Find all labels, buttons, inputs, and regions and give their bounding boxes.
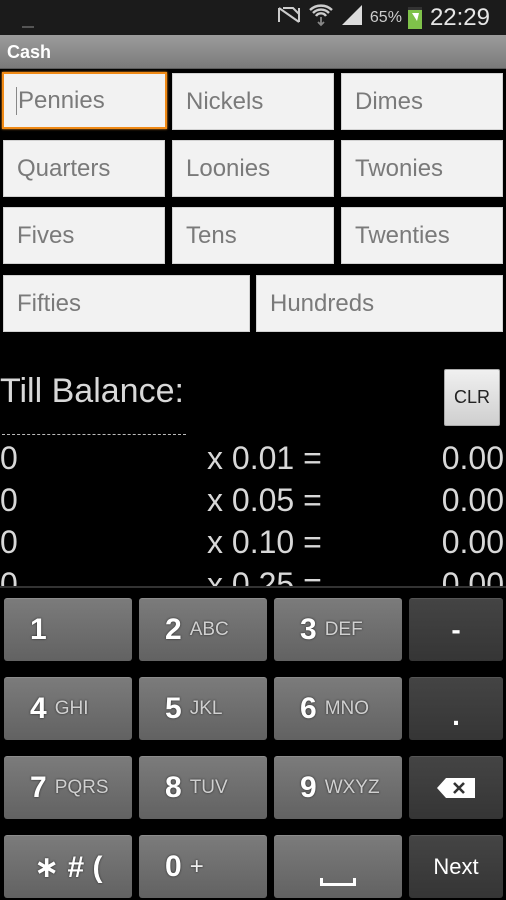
key-next[interactable]: Next bbox=[409, 835, 503, 898]
status-bar: 65% 22:29 bbox=[0, 0, 506, 35]
divider bbox=[2, 434, 186, 435]
row-amount: 0.00 bbox=[441, 482, 504, 518]
key-letters: ABC bbox=[189, 619, 229, 640]
notification-indicator bbox=[22, 26, 34, 28]
clock: 22:29 bbox=[429, 3, 490, 31]
key-1[interactable]: 1 bbox=[4, 598, 132, 661]
key-6[interactable]: 6 MNO bbox=[274, 677, 402, 740]
key-3[interactable]: 3 DEF bbox=[274, 598, 402, 661]
row-amount: 0.00 bbox=[441, 524, 504, 560]
period-label: . bbox=[452, 700, 460, 731]
loonies-placeholder: Loonies bbox=[186, 154, 271, 182]
quarters-placeholder: Quarters bbox=[17, 154, 111, 182]
key-digit: 8 bbox=[165, 771, 182, 804]
signal-icon bbox=[340, 4, 364, 31]
twonies-field[interactable]: Twonies bbox=[341, 140, 503, 197]
key-symbols[interactable]: ∗ # ( bbox=[4, 835, 132, 898]
tens-field[interactable]: Tens bbox=[172, 207, 334, 264]
till-breakdown-list[interactable]: 0 x 0.01 = 0.00 0 x 0.05 = 0.00 0 x 0.10… bbox=[0, 440, 506, 586]
dimes-field[interactable]: Dimes bbox=[341, 73, 503, 130]
key-letters: DEF bbox=[324, 619, 363, 640]
wifi-icon bbox=[308, 3, 334, 32]
key-digit: 4 bbox=[30, 692, 47, 725]
key-letters: WXYZ bbox=[324, 777, 380, 798]
row-quantity: 0 bbox=[0, 482, 18, 518]
key-9[interactable]: 9 WXYZ bbox=[274, 756, 402, 819]
fives-placeholder: Fives bbox=[17, 221, 75, 249]
key-symbols-label: ∗ # ( bbox=[34, 850, 103, 884]
next-label: Next bbox=[433, 854, 479, 879]
key-digit: 7 bbox=[30, 771, 47, 804]
battery-charging-icon bbox=[407, 6, 422, 29]
key-letters: MNO bbox=[324, 698, 370, 719]
key-4[interactable]: 4 GHI bbox=[4, 677, 132, 740]
key-minus[interactable]: - bbox=[409, 598, 503, 661]
key-letters: GHI bbox=[54, 698, 89, 719]
key-digit: 1 bbox=[30, 613, 47, 646]
key-digit: 9 bbox=[300, 771, 317, 804]
key-0[interactable]: 0 + bbox=[139, 835, 267, 898]
key-delete[interactable] bbox=[409, 756, 503, 819]
pennies-placeholder: Pennies bbox=[18, 86, 105, 114]
row-multiplier: x 0.05 = bbox=[207, 482, 322, 518]
key-letters: + bbox=[189, 853, 204, 880]
till-balance-label: Till Balance: bbox=[0, 372, 184, 410]
key-7[interactable]: 7 PQRS bbox=[4, 756, 132, 819]
twenties-field[interactable]: Twenties bbox=[341, 207, 503, 264]
row-quantity: 0 bbox=[0, 524, 18, 560]
key-5[interactable]: 5 JKL bbox=[139, 677, 267, 740]
nfc-blocked-icon bbox=[276, 5, 302, 30]
till-row: 0 x 0.05 = 0.00 bbox=[0, 482, 506, 524]
clear-button[interactable]: CLR bbox=[444, 369, 500, 426]
key-letters: TUV bbox=[189, 777, 228, 798]
nickels-placeholder: Nickels bbox=[186, 87, 264, 115]
key-period[interactable]: . bbox=[409, 677, 503, 740]
nickels-field[interactable]: Nickels bbox=[172, 73, 334, 130]
backspace-icon bbox=[437, 778, 475, 798]
row-multiplier: x 0.25 = bbox=[207, 566, 322, 586]
row-amount: 0.00 bbox=[441, 566, 504, 586]
till-row: 0 x 0.25 = 0.00 bbox=[0, 566, 506, 586]
key-digit: 6 bbox=[300, 692, 317, 725]
key-space[interactable] bbox=[274, 835, 402, 898]
minus-label: - bbox=[451, 614, 461, 645]
action-bar: Cash bbox=[0, 35, 506, 69]
quarters-field[interactable]: Quarters bbox=[3, 140, 165, 197]
tens-placeholder: Tens bbox=[186, 221, 237, 249]
key-digit: 0 bbox=[165, 850, 182, 883]
row-multiplier: x 0.01 = bbox=[207, 440, 322, 476]
pennies-field[interactable]: Pennies bbox=[2, 72, 167, 129]
space-icon bbox=[320, 878, 356, 886]
row-quantity: 0 bbox=[0, 566, 18, 586]
fives-field[interactable]: Fives bbox=[3, 207, 165, 264]
key-letters: JKL bbox=[189, 698, 223, 719]
row-amount: 0.00 bbox=[441, 440, 504, 476]
row-quantity: 0 bbox=[0, 440, 18, 476]
hundreds-placeholder: Hundreds bbox=[270, 289, 375, 317]
key-digit: 2 bbox=[165, 613, 182, 646]
loonies-field[interactable]: Loonies bbox=[172, 140, 334, 197]
till-row: 0 x 0.10 = 0.00 bbox=[0, 524, 506, 566]
till-row: 0 x 0.01 = 0.00 bbox=[0, 440, 506, 482]
key-2[interactable]: 2 ABC bbox=[139, 598, 267, 661]
key-digit: 3 bbox=[300, 613, 317, 646]
fifties-field[interactable]: Fifties bbox=[3, 275, 250, 332]
twenties-placeholder: Twenties bbox=[355, 221, 450, 249]
hundreds-field[interactable]: Hundreds bbox=[256, 275, 503, 332]
row-multiplier: x 0.10 = bbox=[207, 524, 322, 560]
key-8[interactable]: 8 TUV bbox=[139, 756, 267, 819]
key-digit: 5 bbox=[165, 692, 182, 725]
text-cursor bbox=[16, 86, 17, 115]
numeric-keyboard: 1 2 ABC 3 DEF - 4 GHI 5 JKL 6 MNO . 7 PQ… bbox=[0, 586, 506, 900]
battery-percent: 65% bbox=[369, 8, 402, 26]
dimes-placeholder: Dimes bbox=[355, 87, 424, 115]
key-letters: PQRS bbox=[54, 777, 109, 798]
fifties-placeholder: Fifties bbox=[17, 289, 82, 317]
app-title: Cash bbox=[7, 42, 52, 62]
twonies-placeholder: Twonies bbox=[355, 154, 444, 182]
